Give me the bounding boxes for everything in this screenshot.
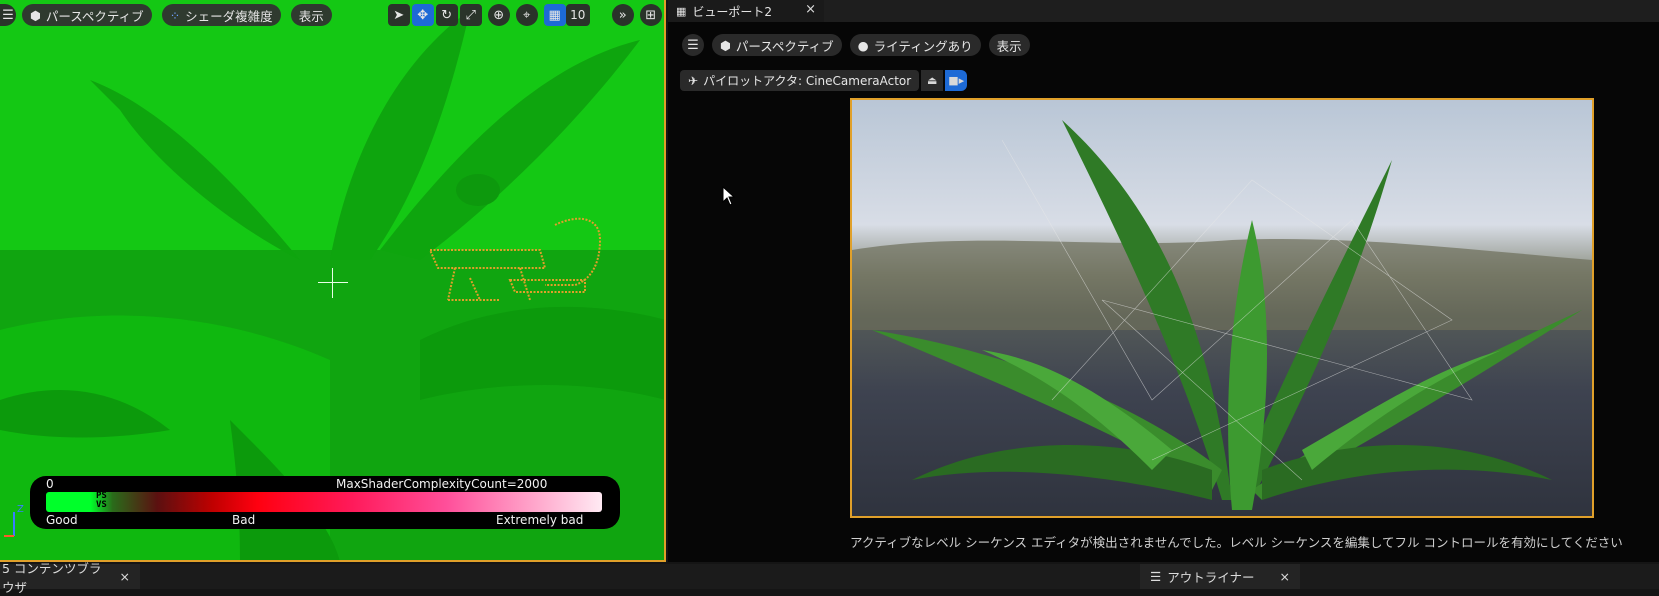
camera-icon[interactable]: ■▸ xyxy=(945,70,968,91)
more-chevron-icon[interactable]: » xyxy=(611,4,634,26)
close-icon[interactable]: × xyxy=(120,569,130,584)
shader-complexity-viewport[interactable]: ☰ ⬢ パースペクティブ ⁘ シェーダ複雑度 表示 ➤ ✥ ↻ ⤢ ⊕ ⌖ ▦ … xyxy=(0,0,666,562)
lit-sphere-icon: ● xyxy=(857,37,869,53)
lighting-label: ライティングあり xyxy=(873,38,973,54)
world-space-icon[interactable]: ⊕ xyxy=(487,4,510,26)
perspective-label: パースペクティブ xyxy=(45,8,144,24)
shader-complexity-legend: 0 MaxShaderComplexityCount=2000 PS VS Go… xyxy=(30,476,620,529)
show-label: 表示 xyxy=(996,38,1022,54)
pilot-icon: ✈ xyxy=(688,73,699,88)
tab-content-browser[interactable]: 5 コンテンツブラウザ × xyxy=(0,561,140,595)
view-mode-icon: ⁘ xyxy=(169,7,181,23)
outliner-label: アウトライナー xyxy=(1167,570,1255,585)
hamburger-icon[interactable]: ☰ xyxy=(0,4,16,26)
grid-snap-value[interactable]: 10 xyxy=(565,4,590,26)
axis-z-label: Z xyxy=(17,504,24,515)
cine-camera-view[interactable] xyxy=(850,98,1594,518)
layout-icon[interactable]: ⊞ xyxy=(639,4,662,26)
pilot-actor-text: パイロットアクタ: CineCameraActor xyxy=(703,74,912,88)
mouse-cursor-icon xyxy=(722,186,736,206)
show-label: 表示 xyxy=(298,8,324,24)
legend-max-label: MaxShaderComplexityCount=2000 xyxy=(336,477,548,491)
axis-gizmo-icon: Z xyxy=(4,504,24,537)
tab-viewport2-label: ビューポート2 xyxy=(692,4,773,19)
legend-min-value: 0 xyxy=(46,477,54,491)
select-tool-icon[interactable]: ➤ xyxy=(387,4,410,26)
legend-extremely-bad-label: Extremely bad xyxy=(496,513,584,527)
content-browser-label: 5 コンテンツブラウザ xyxy=(2,560,102,595)
tab-viewport2[interactable]: ▦ ビューポート2 × xyxy=(668,0,824,22)
fern-scene xyxy=(852,120,1592,510)
grid-snap-group: ▦ 10 xyxy=(543,4,590,26)
eject-icon[interactable]: ⏏ xyxy=(921,70,944,91)
show-button[interactable]: 表示 xyxy=(988,34,1030,56)
rotate-tool-icon[interactable]: ↻ xyxy=(435,4,458,26)
show-button[interactable]: 表示 xyxy=(290,4,332,26)
transform-tools: ➤ ✥ ↻ ⤢ xyxy=(387,4,482,26)
surface-snap-icon[interactable]: ⌖ xyxy=(515,4,538,26)
viewport2-tabbar: ▦ ビューポート2 × xyxy=(668,0,1659,22)
legend-ps-vs-marker: PS VS xyxy=(96,492,107,510)
pilot-actor-label[interactable]: ✈ パイロットアクタ: CineCameraActor xyxy=(680,70,920,91)
close-icon[interactable]: × xyxy=(805,2,816,17)
lighting-button[interactable]: ● ライティングあり xyxy=(849,34,981,56)
grid-snap-icon[interactable]: ▦ xyxy=(543,4,566,26)
legend-gradient-bar xyxy=(46,492,602,512)
pilot-actor-bar: ✈ パイロットアクタ: CineCameraActor ⏏ ■▸ xyxy=(680,70,968,91)
sequencer-status-message: アクティブなレベル シーケンス エディタが検出されませんでした。レベル シーケン… xyxy=(850,535,1623,550)
outliner-list-icon: ☰ xyxy=(1150,569,1162,584)
cube-icon: ⬢ xyxy=(720,37,731,53)
viewport2-panel: ▦ ビューポート2 × ☰ ⬢ パースペクティブ ● ライティングあり 表示 ✈… xyxy=(668,0,1659,562)
crosshair-icon xyxy=(318,268,348,298)
bottom-tab-strip: 5 コンテンツブラウザ × ☰ アウトライナー × xyxy=(0,561,1659,595)
view-mode-label: シェーダ複雑度 xyxy=(185,8,273,24)
hamburger-icon[interactable]: ☰ xyxy=(682,34,704,56)
legend-good-label: Good xyxy=(46,513,78,527)
legend-bad-label: Bad xyxy=(232,513,256,527)
view-mode-button[interactable]: ⁘ シェーダ複雑度 xyxy=(161,4,281,26)
perspective-button[interactable]: ⬢ パースペクティブ xyxy=(712,34,842,56)
left-viewport-toolbar: ☰ ⬢ パースペクティブ ⁘ シェーダ複雑度 表示 ➤ ✥ ↻ ⤢ ⊕ ⌖ ▦ … xyxy=(0,0,664,30)
scale-tool-icon[interactable]: ⤢ xyxy=(459,4,482,26)
cube-icon: ⬢ xyxy=(30,7,41,23)
move-tool-icon[interactable]: ✥ xyxy=(411,4,434,26)
vs-label: VS xyxy=(96,500,107,510)
perspective-label: パースペクティブ xyxy=(735,38,834,54)
close-icon[interactable]: × xyxy=(1280,569,1290,584)
viewport-grid-icon: ▦ xyxy=(676,4,687,18)
right-viewport-toolbar: ☰ ⬢ パースペクティブ ● ライティングあり 表示 xyxy=(682,34,1030,56)
tab-outliner[interactable]: ☰ アウトライナー × xyxy=(1140,564,1300,589)
perspective-button[interactable]: ⬢ パースペクティブ xyxy=(22,4,152,26)
